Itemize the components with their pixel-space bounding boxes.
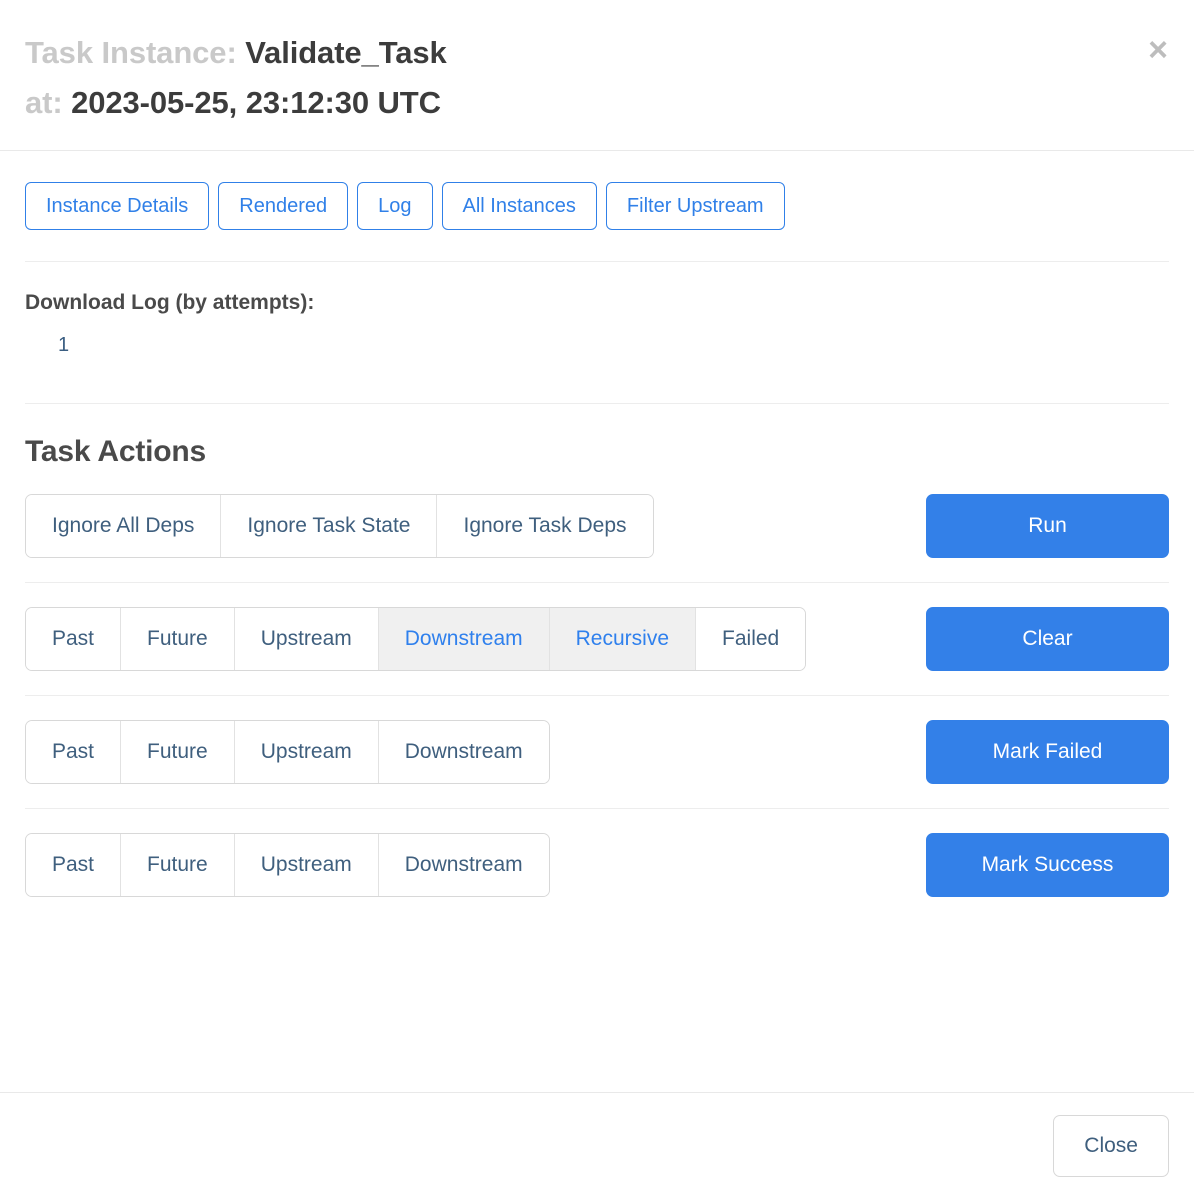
toggle-mark-success-downstream[interactable]: Downstream — [378, 834, 549, 896]
tab-filter-upstream[interactable]: Filter Upstream — [605, 182, 785, 230]
action-row-clear: Past Future Upstream Downstream Recursiv… — [25, 583, 1169, 695]
modal-body: Instance Details Rendered Log All Instan… — [0, 151, 1194, 1092]
tab-bar: Instance Details Rendered Log All Instan… — [25, 151, 1169, 261]
toggle-mark-success-future[interactable]: Future — [121, 834, 235, 896]
task-instance-label: Task Instance: — [25, 35, 237, 70]
toggle-clear-upstream[interactable]: Upstream — [234, 608, 379, 670]
download-log-attempts-list: 1 — [25, 316, 1169, 358]
run-options-group: Ignore All Deps Ignore Task State Ignore… — [25, 494, 654, 558]
toggle-ignore-task-deps[interactable]: Ignore Task Deps — [437, 495, 653, 557]
toggle-mark-failed-upstream[interactable]: Upstream — [234, 721, 379, 783]
toggle-clear-past[interactable]: Past — [26, 608, 122, 670]
attempt-link-1[interactable]: 1 — [58, 332, 69, 358]
close-icon[interactable]: × — [1148, 33, 1168, 67]
download-log-label: Download Log (by attempts): — [25, 291, 315, 314]
action-row-run: Ignore All Deps Ignore Task State Ignore… — [25, 470, 1169, 582]
action-row-mark-success: Past Future Upstream Downstream Mark Suc… — [25, 809, 1169, 921]
toggle-ignore-all-deps[interactable]: Ignore All Deps — [26, 495, 222, 557]
divider-after-tabs — [25, 261, 1169, 262]
close-button[interactable]: Close — [1053, 1115, 1169, 1177]
toggle-mark-failed-future[interactable]: Future — [121, 721, 235, 783]
toggle-mark-failed-downstream[interactable]: Downstream — [378, 721, 549, 783]
toggle-mark-success-upstream[interactable]: Upstream — [234, 834, 379, 896]
modal-footer: Close — [0, 1092, 1194, 1202]
task-instance-name: Validate_Task — [245, 35, 447, 70]
mark-success-options-group: Past Future Upstream Downstream — [25, 833, 550, 897]
task-actions-heading: Task Actions — [25, 435, 206, 468]
action-row-mark-failed: Past Future Upstream Downstream Mark Fai… — [25, 696, 1169, 808]
divider-after-download-log — [25, 403, 1169, 404]
mark-failed-button[interactable]: Mark Failed — [926, 720, 1169, 784]
clear-options-group: Past Future Upstream Downstream Recursiv… — [25, 607, 807, 671]
list-item: 1 — [58, 332, 1169, 358]
modal-header: Task Instance: Validate_Task at: 2023-05… — [0, 0, 1194, 151]
execution-date: 2023-05-25, 23:12:30 UTC — [71, 85, 441, 120]
page-title: Task Instance: Validate_Task at: 2023-05… — [25, 28, 1169, 128]
tab-instance-details[interactable]: Instance Details — [25, 182, 210, 230]
toggle-clear-future[interactable]: Future — [121, 608, 235, 670]
mark-failed-options-group: Past Future Upstream Downstream — [25, 720, 550, 784]
task-instance-modal: Task Instance: Validate_Task at: 2023-05… — [0, 0, 1194, 1202]
toggle-mark-success-past[interactable]: Past — [26, 834, 122, 896]
toggle-mark-failed-past[interactable]: Past — [26, 721, 122, 783]
toggle-clear-downstream[interactable]: Downstream — [378, 608, 550, 670]
toggle-clear-recursive[interactable]: Recursive — [549, 608, 697, 670]
run-button[interactable]: Run — [926, 494, 1169, 558]
tab-rendered[interactable]: Rendered — [218, 182, 349, 230]
tab-all-instances[interactable]: All Instances — [441, 182, 597, 230]
toggle-ignore-task-state[interactable]: Ignore Task State — [221, 495, 438, 557]
clear-button[interactable]: Clear — [926, 607, 1169, 671]
toggle-clear-failed[interactable]: Failed — [696, 608, 806, 670]
tab-log[interactable]: Log — [357, 182, 433, 230]
at-label: at: — [25, 85, 63, 120]
mark-success-button[interactable]: Mark Success — [926, 833, 1169, 897]
